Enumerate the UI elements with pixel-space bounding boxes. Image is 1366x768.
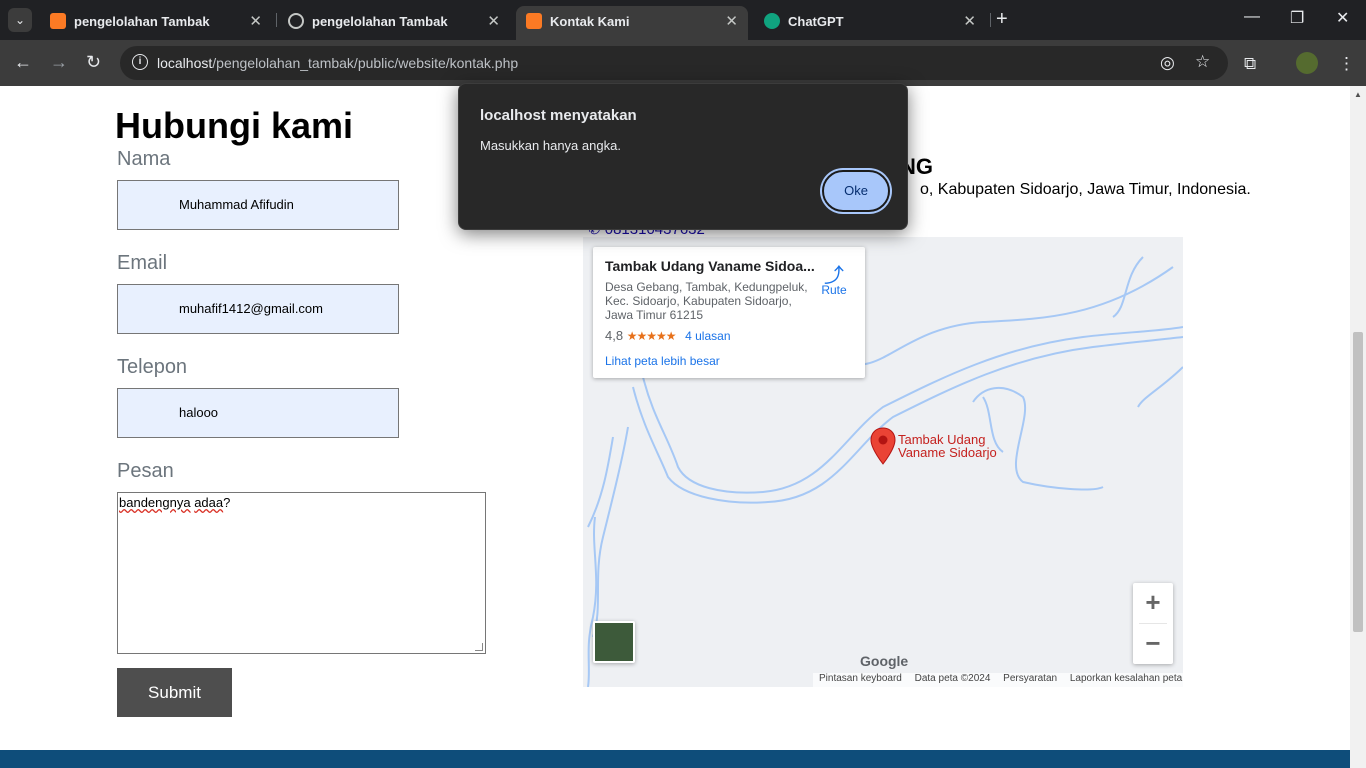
profile-avatar[interactable] [1296,52,1318,74]
google-logo: Google [860,653,909,669]
place-info-card: Tambak Udang Vaname Sidoa... Desa Gebang… [593,247,865,378]
zoom-controls: + − [1133,583,1173,664]
map-data-text: Data peta ©2024 [914,673,991,684]
zoom-in-button[interactable]: + [1133,583,1173,623]
minimize-icon[interactable]: — [1244,8,1260,26]
back-icon[interactable]: ← [14,52,32,73]
pin-label[interactable]: Tambak Udang Vaname Sidoarjo [898,433,997,459]
close-tab-icon[interactable]: ✕ [963,12,976,30]
tab-title: ChatGPT [788,14,844,29]
dialog-title: localhost menyatakan [480,107,637,124]
reviews-link[interactable]: 4 ulasan [685,329,730,343]
map-pin-icon[interactable] [870,427,896,465]
close-tab-icon[interactable]: ✕ [249,12,262,30]
email-label: Email [117,252,168,274]
tab-chatgpt[interactable]: ChatGPT ✕ [754,6,986,40]
alert-dialog: localhost menyatakan Masukkan hanya angk… [458,83,908,230]
close-tab-icon[interactable]: ✕ [487,12,500,30]
tab-title: pengelolahan Tambak [312,14,448,29]
page-scrollbar[interactable]: ▲ [1350,86,1366,768]
new-tab-icon[interactable]: + [996,8,1008,31]
dialog-message: Masukkan hanya angka. [480,138,621,153]
message-label: Pesan [117,460,174,482]
larger-map-link[interactable]: Lihat peta lebih besar [605,354,720,368]
name-field[interactable]: Muhammad Afifudin [117,180,399,230]
rating-stars-icon: ★★★★★ [626,329,677,343]
name-label: Nama [117,148,171,170]
tab-pengelolahan-2[interactable]: pengelolahan Tambak ✕ [278,6,510,40]
tab-title: Kontak Kami [550,14,630,29]
close-tab-icon[interactable]: ✕ [725,12,738,30]
forward-icon[interactable]: → [50,52,68,73]
satellite-layer-toggle[interactable] [593,621,635,663]
address-bar[interactable]: i localhost/pengelolahan_tambak/public/w… [120,46,1228,80]
keyboard-shortcuts-link[interactable]: Pintasan keyboard [819,673,902,684]
place-address: Desa Gebang, Tambak, Kedungpeluk, Kec. S… [605,280,808,322]
tab-search-button[interactable]: ⌄ [8,8,32,32]
extensions-icon[interactable]: ⧉ [1244,54,1256,74]
google-map[interactable]: Tambak Udang Vaname Sidoa... Desa Gebang… [583,237,1183,687]
browser-toolbar: ← → ↻ i localhost/pengelolahan_tambak/pu… [0,40,1366,86]
browser-window: ⌄ pengelolahan Tambak ✕ pengelolahan Tam… [0,0,1366,768]
globe-icon [288,13,304,29]
directions-button[interactable]: ⤴ Rute [817,259,851,297]
submit-button[interactable]: Submit [117,668,232,717]
place-name: Tambak Udang Vaname Sidoa... [605,258,815,274]
tab-title: pengelolahan Tambak [74,14,210,29]
zoom-out-button[interactable]: − [1133,624,1173,664]
email-field[interactable]: muhafif1412@gmail.com [117,284,399,334]
shop-address: o, Kabupaten Sidoarjo, Jawa Timur, Indon… [920,181,1251,198]
report-error-link[interactable]: Laporkan kesalahan peta [1070,673,1182,684]
directions-icon: ⤴ [824,265,844,287]
url-text[interactable]: localhost/pengelolahan_tambak/public/web… [157,55,518,71]
xampp-icon [526,13,542,29]
tab-pengelolahan-1[interactable]: pengelolahan Tambak ✕ [40,6,272,40]
tab-kontak-kami[interactable]: Kontak Kami ✕ [516,6,748,40]
bookmark-star-icon[interactable]: ☆ [1195,52,1210,72]
phone-field[interactable]: halooo [117,388,399,438]
close-window-icon[interactable]: ✕ [1336,8,1349,28]
page-title: Hubungi kami [115,105,354,146]
eye-off-icon[interactable]: ◎ [1160,53,1175,73]
chatgpt-icon [764,13,780,29]
terms-link[interactable]: Persyaratan [1003,673,1057,684]
menu-kebab-icon[interactable]: ⋮ [1338,54,1355,74]
phone-label: Telepon [117,356,188,378]
site-info-icon[interactable]: i [132,54,148,70]
scroll-thumb[interactable] [1353,332,1363,632]
ok-button[interactable]: Oke [822,170,890,212]
scroll-up-icon[interactable]: ▲ [1354,90,1362,99]
tab-strip: ⌄ pengelolahan Tambak ✕ pengelolahan Tam… [0,0,1366,40]
message-textarea[interactable]: bandengnya adaa? [117,492,486,654]
xampp-icon [50,13,66,29]
resize-handle[interactable] [475,643,483,651]
reload-icon[interactable]: ↻ [86,52,101,73]
footer [0,750,1350,768]
place-rating: 4,8 ★★★★★ 4 ulasan [605,328,731,343]
restore-icon[interactable]: ❐ [1290,8,1304,28]
map-attribution: Pintasan keyboard Data peta ©2024 Persya… [813,673,1183,687]
